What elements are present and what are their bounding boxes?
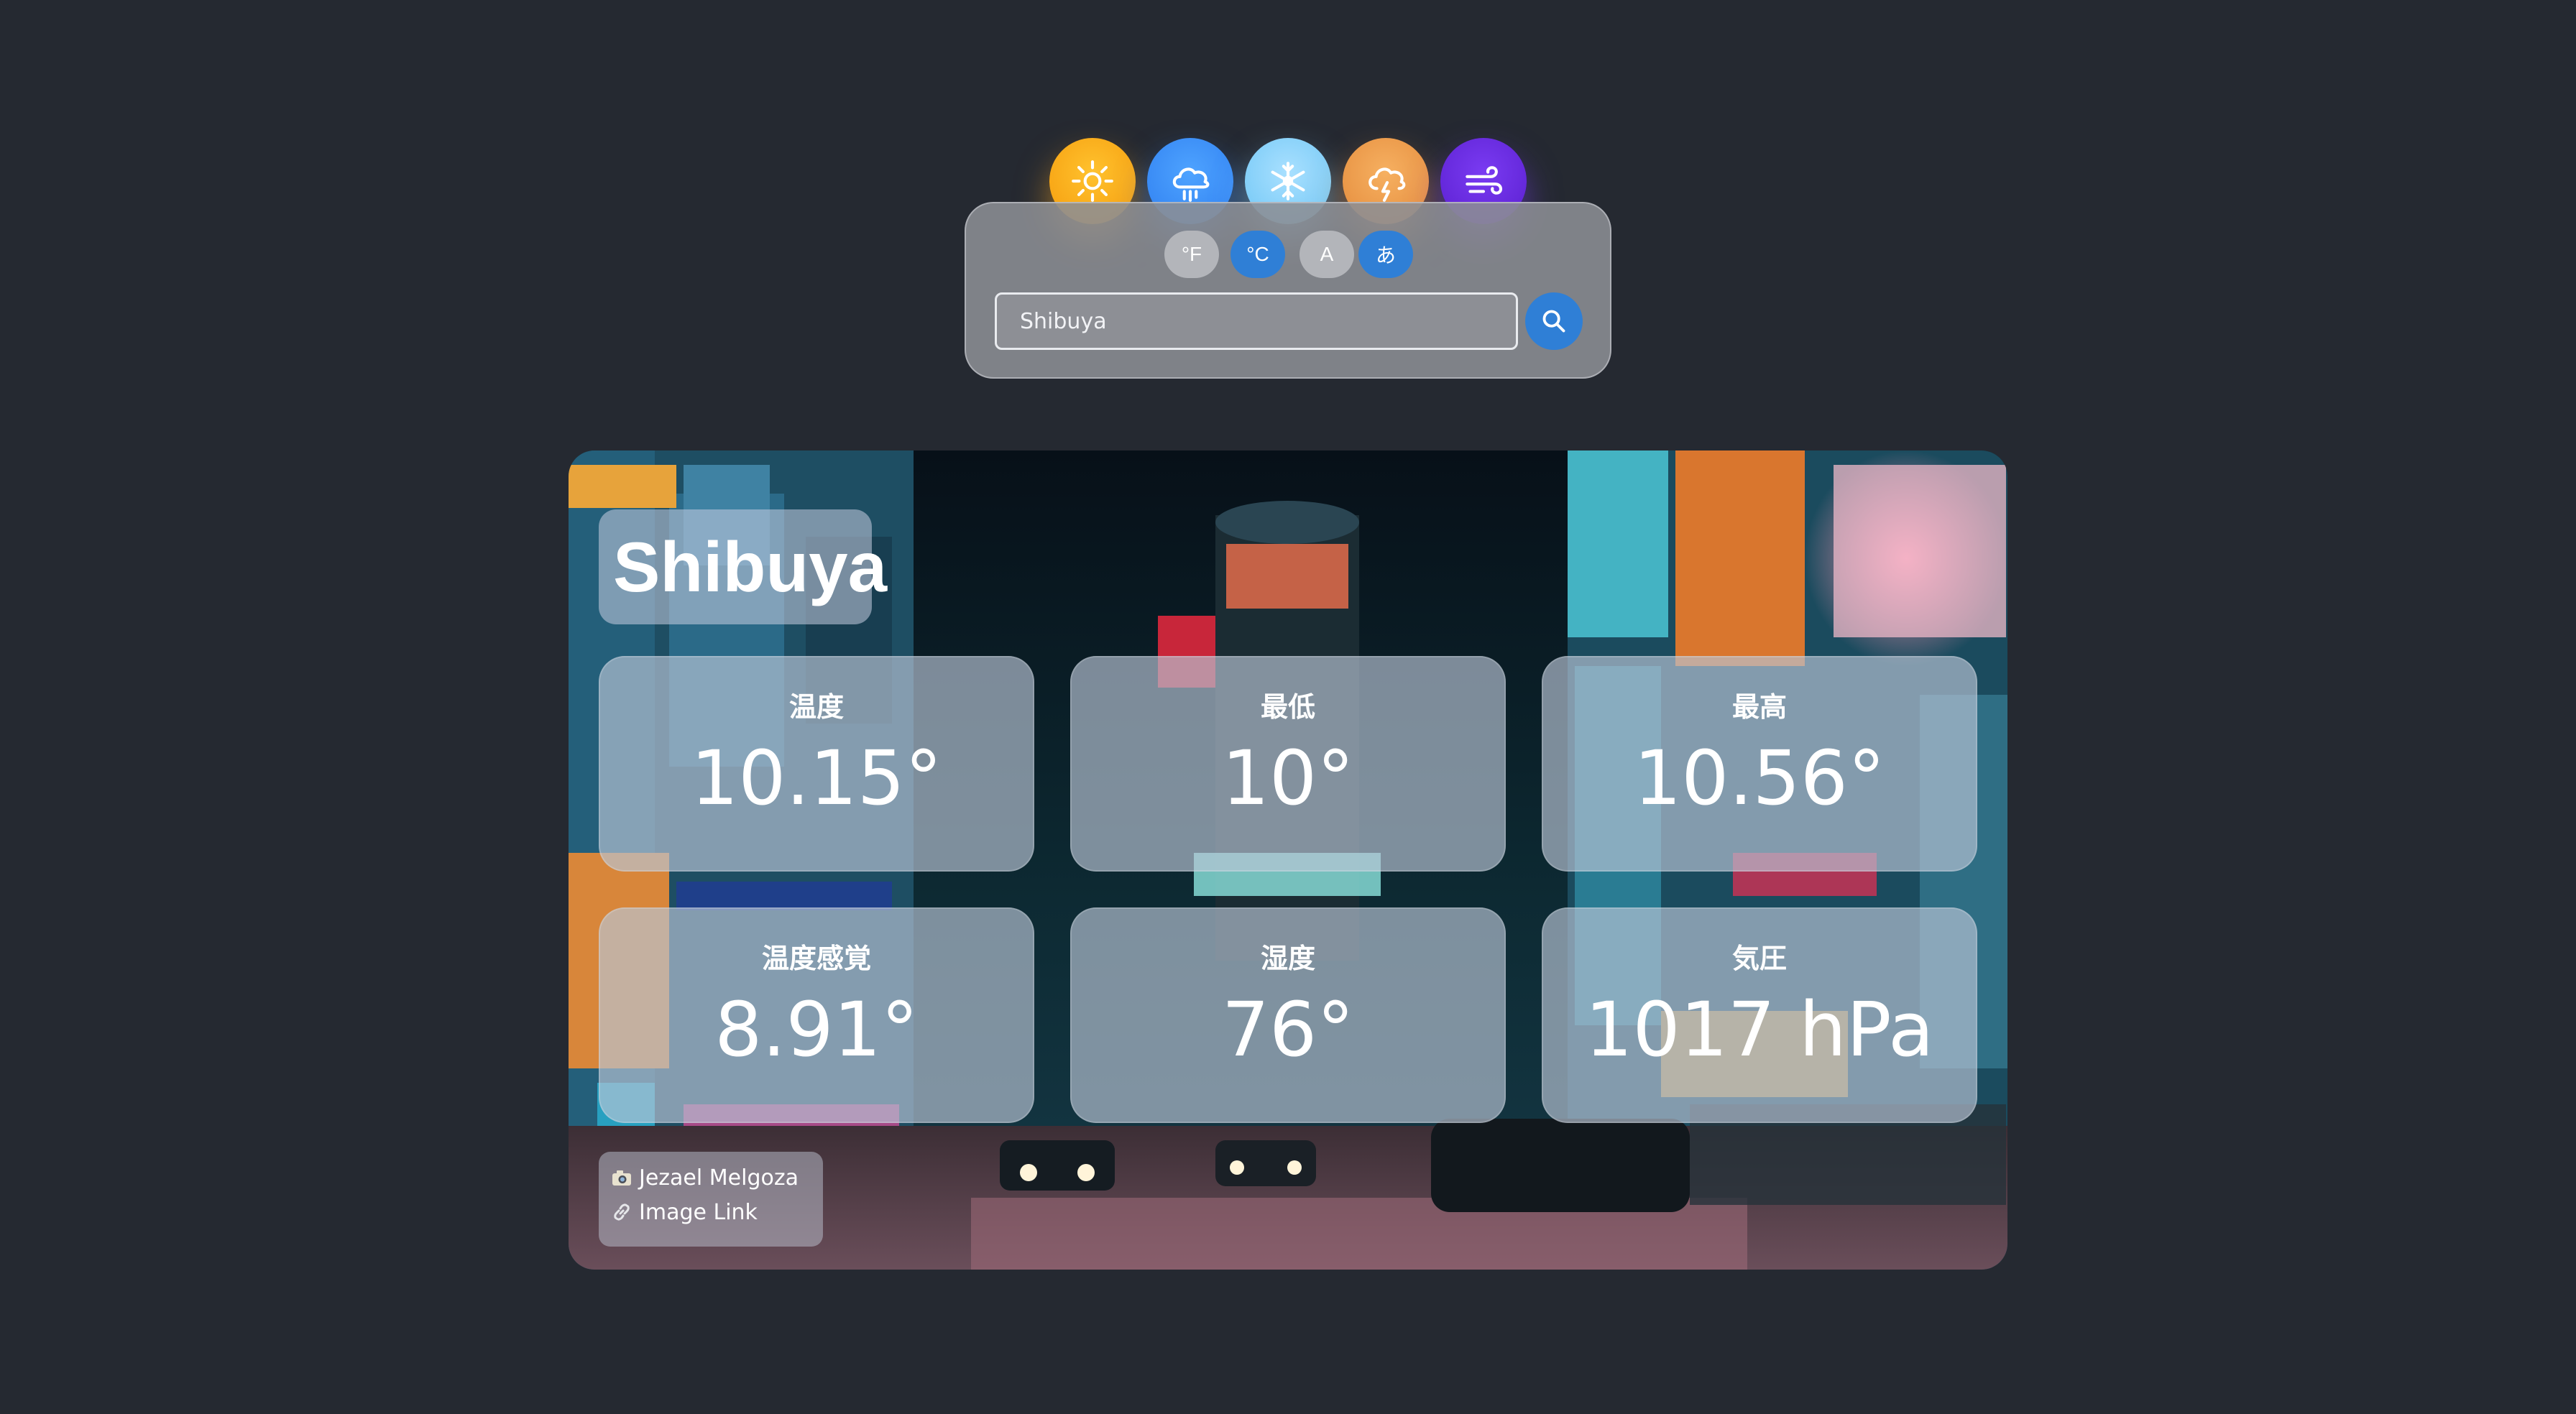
weather-card: Shibuya 温度 10.15° 最低 10° 最高 10.56° 温度感覚 … <box>569 450 2007 1270</box>
celsius-toggle[interactable]: °C <box>1230 231 1285 278</box>
stat-value: 10° <box>1221 734 1355 822</box>
search-button[interactable] <box>1525 292 1583 350</box>
photo-author: Jezael Melgoza <box>639 1165 799 1191</box>
pressure-card: 気圧 1017 hPa <box>1542 907 1977 1123</box>
humidity-card: 湿度 76° <box>1070 907 1506 1123</box>
image-link[interactable]: Image Link <box>610 1198 758 1226</box>
japanese-language-toggle[interactable]: あ <box>1358 231 1413 278</box>
image-link-label: Image Link <box>639 1199 758 1225</box>
city-name-badge: Shibuya <box>599 509 887 624</box>
camera-icon <box>612 1170 631 1186</box>
stat-label: 湿度 <box>1260 944 1315 974</box>
search-icon <box>1542 310 1565 333</box>
stat-label: 温度感覚 <box>761 944 871 974</box>
stat-label: 温度 <box>788 693 844 723</box>
stat-label: 最低 <box>1260 693 1315 723</box>
city-search-input[interactable] <box>995 292 1518 350</box>
photo-author-link[interactable]: Jezael Melgoza <box>610 1163 799 1192</box>
fahrenheit-toggle[interactable]: °F <box>1164 231 1219 278</box>
stat-label: 最高 <box>1731 693 1787 723</box>
stat-value: 8.91° <box>714 986 919 1073</box>
stat-value: 10.56° <box>1634 734 1885 822</box>
feels-like-card: 温度感覚 8.91° <box>599 907 1034 1123</box>
min-temperature-card: 最低 10° <box>1070 656 1506 872</box>
photo-credit: Jezael Melgoza Image Link <box>599 1152 823 1247</box>
weather-app: °F °C A あ Shibuya Shibuya 温度 10.15° 最低 1… <box>0 0 2576 1414</box>
stat-label: 気圧 <box>1731 944 1787 974</box>
temperature-card: 温度 10.15° <box>599 656 1034 872</box>
city-name: Shibuya <box>613 527 888 606</box>
stat-value: 76° <box>1221 986 1355 1073</box>
max-temperature-card: 最高 10.56° <box>1542 656 1977 872</box>
english-language-toggle[interactable]: A <box>1300 231 1354 278</box>
search-panel: °F °C A あ <box>965 202 1611 379</box>
stat-value: 1017 hPa <box>1585 986 1934 1073</box>
link-icon <box>614 1203 630 1221</box>
stat-value: 10.15° <box>691 734 942 822</box>
